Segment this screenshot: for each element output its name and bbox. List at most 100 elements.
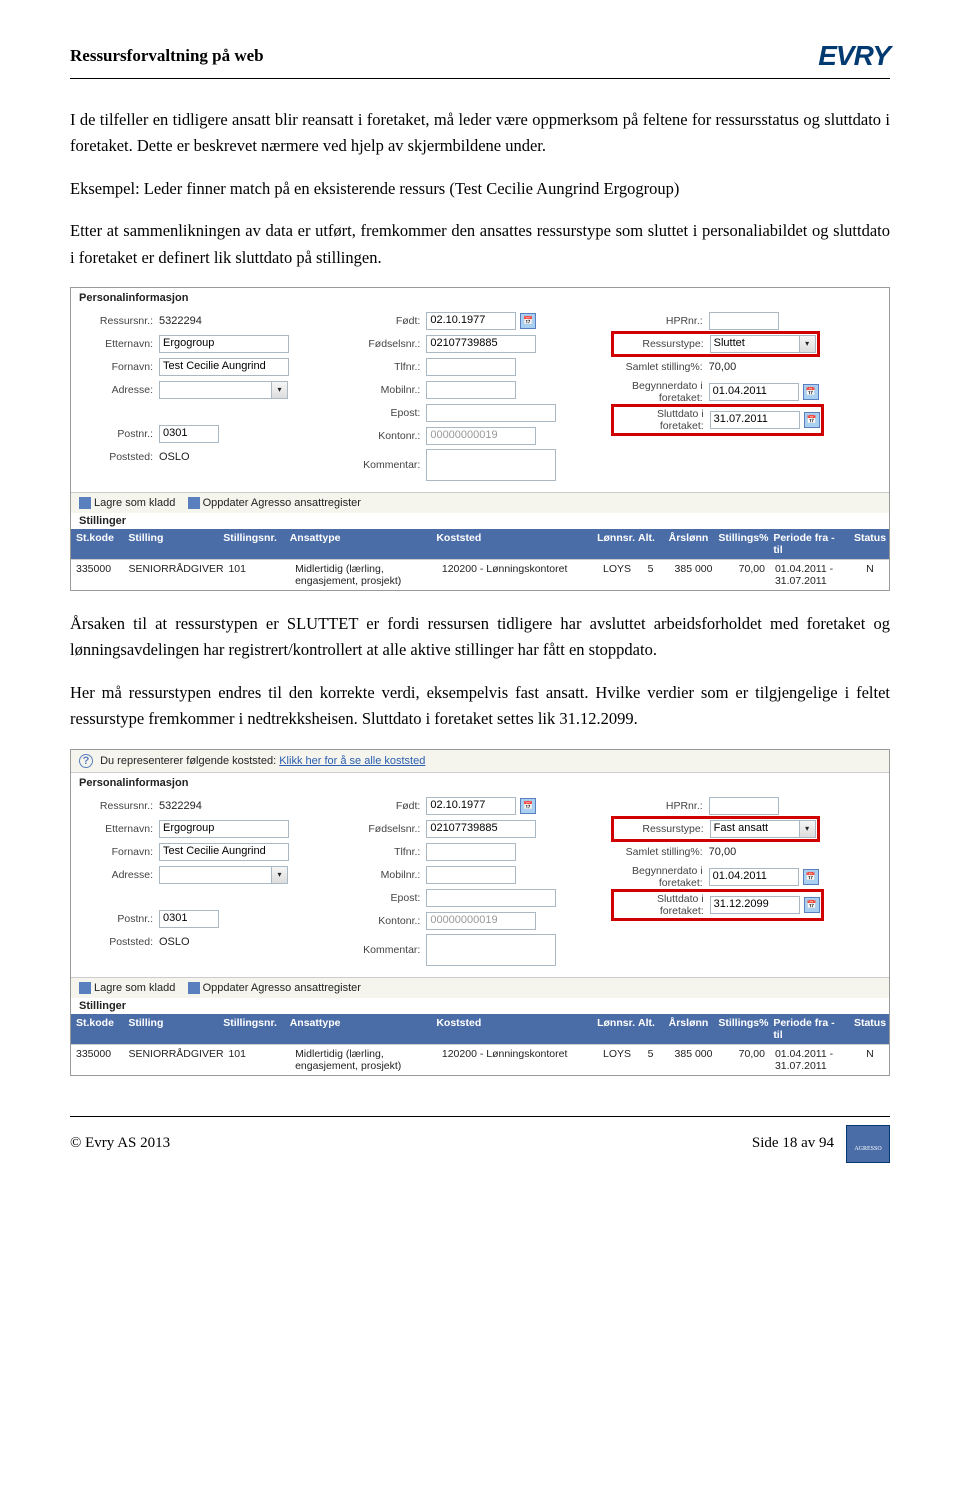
actions-row: Lagre som kladd Oppdater Agresso ansattr… <box>71 977 889 998</box>
calendar-icon[interactable]: 📅 <box>520 313 536 329</box>
td-arslonn: 385 000 <box>665 1045 717 1075</box>
footer-page-number: Side 18 av 94 <box>752 1135 834 1152</box>
input-ressurstype-2[interactable]: Fast ansatt <box>710 820 800 838</box>
lbl-kommentar: Kommentar: <box>346 944 426 956</box>
lbl-fornavn: Fornavn: <box>79 846 159 858</box>
input-postnr[interactable]: 0301 <box>159 910 219 928</box>
input-fornavn[interactable]: Test Cecilie Aungrind <box>159 843 289 861</box>
lbl-begynnerdato: Begynnerdato i foretaket: <box>614 865 709 889</box>
adresse-dropdown-icon[interactable]: ▾ <box>272 866 288 884</box>
calendar-icon[interactable]: 📅 <box>803 384 819 400</box>
input-kommentar[interactable] <box>426 449 556 481</box>
table-row[interactable]: 335000 SENIORRÅDGIVER 101 Midlertidig (l… <box>71 559 889 590</box>
form-panel-2: ? Du representerer følgende koststed: Kl… <box>70 749 890 1076</box>
input-fodt[interactable]: 02.10.1977 <box>426 797 516 815</box>
input-postnr[interactable]: 0301 <box>159 425 219 443</box>
td-stillingspct: 70,00 <box>717 560 769 590</box>
td-periode: 01.04.2011 - 31.07.2011 <box>770 1045 851 1075</box>
lbl-begynnerdato: Begynnerdato i foretaket: <box>614 380 709 404</box>
input-kontonr[interactable]: 00000000019 <box>426 427 536 445</box>
input-hprnr[interactable] <box>709 312 779 330</box>
lbl-fodselsnr: Fødselsnr.: <box>346 823 426 835</box>
input-ressurstype[interactable]: Sluttet <box>710 335 800 353</box>
td-stillingspct: 70,00 <box>717 1045 769 1075</box>
calendar-icon[interactable]: 📅 <box>803 869 819 885</box>
th-stillingspct: Stillings% <box>713 529 768 559</box>
form-col-2: Født:02.10.1977📅 Fødselsnr.:02107739885 … <box>346 308 613 484</box>
input-etternavn[interactable]: Ergogroup <box>159 335 289 353</box>
input-sluttdato[interactable]: 31.07.2011 <box>710 411 800 429</box>
input-tlfnr[interactable] <box>426 843 516 861</box>
input-epost[interactable] <box>426 404 556 422</box>
page-header: Ressursforvaltning på web EVRY <box>70 40 890 79</box>
th-koststed: Koststed <box>431 529 592 559</box>
lbl-adresse: Adresse: <box>79 384 159 396</box>
lbl-fornavn: Fornavn: <box>79 361 159 373</box>
table-header: St.kode Stilling Stillingsnr. Ansattype … <box>71 1014 889 1044</box>
form-col-3: HPRnr.: Ressurstype:Sluttet▾ Samlet stil… <box>614 308 881 484</box>
calendar-icon[interactable]: 📅 <box>804 897 820 913</box>
ressurstype-dropdown-icon[interactable]: ▾ <box>800 335 816 353</box>
calendar-icon[interactable]: 📅 <box>804 412 820 428</box>
paragraph-1: I de tilfeller en tidligere ansatt blir … <box>70 107 890 160</box>
input-fodselsnr[interactable]: 02107739885 <box>426 820 536 838</box>
ressurstype-dropdown-icon[interactable]: ▾ <box>800 820 816 838</box>
oppdater-button[interactable]: Oppdater Agresso ansattregister <box>203 982 361 994</box>
lagre-button[interactable]: Lagre som kladd <box>94 497 175 509</box>
agresso-logo: AGRESSO <box>846 1125 890 1163</box>
input-kommentar[interactable] <box>426 934 556 966</box>
input-adresse[interactable] <box>159 866 272 884</box>
table-row[interactable]: 335000 SENIORRÅDGIVER 101 Midlertidig (l… <box>71 1044 889 1075</box>
input-fodt[interactable]: 02.10.1977 <box>426 312 516 330</box>
val-poststed: OSLO <box>159 936 346 948</box>
section-title-personal: Personalinformasjon <box>71 288 889 304</box>
td-ansattype: Midlertidig (lærling, engasjement, prosj… <box>290 560 437 590</box>
info-bar-text: Du representerer følgende koststed: <box>100 755 276 767</box>
td-ansattype: Midlertidig (lærling, engasjement, prosj… <box>290 1045 437 1075</box>
lbl-mobilnr: Mobilnr.: <box>346 384 426 396</box>
lbl-sluttdato: Sluttdato i foretaket: <box>615 893 710 917</box>
th-arslonn: Årslønn <box>661 1014 713 1044</box>
td-lonnsr: LOYS <box>598 560 636 590</box>
input-fornavn[interactable]: Test Cecilie Aungrind <box>159 358 289 376</box>
lbl-epost: Epost: <box>346 892 426 904</box>
stillinger-title: Stillinger <box>71 998 889 1014</box>
input-tlfnr[interactable] <box>426 358 516 376</box>
input-kontonr[interactable]: 00000000019 <box>426 912 536 930</box>
td-lonnsr: LOYS <box>598 1045 636 1075</box>
lagre-button[interactable]: Lagre som kladd <box>94 982 175 994</box>
table-header: St.kode Stilling Stillingsnr. Ansattype … <box>71 529 889 559</box>
lbl-ressurstype: Ressurstype: <box>615 338 710 350</box>
input-fodselsnr[interactable]: 02107739885 <box>426 335 536 353</box>
lbl-poststed: Poststed: <box>79 936 159 948</box>
th-alt: Alt. <box>632 1014 661 1044</box>
th-stilling: Stilling <box>123 529 218 559</box>
lbl-poststed: Poststed: <box>79 451 159 463</box>
val-ressursnr: 5322294 <box>159 315 346 327</box>
input-adresse[interactable] <box>159 381 272 399</box>
input-hprnr[interactable] <box>709 797 779 815</box>
lbl-adresse: Adresse: <box>79 869 159 881</box>
lbl-kontonr: Kontonr.: <box>346 915 426 927</box>
section-title-personal-2: Personalinformasjon <box>71 773 889 789</box>
input-begynnerdato[interactable]: 01.04.2011 <box>709 868 799 886</box>
input-mobilnr[interactable] <box>426 866 516 884</box>
td-alt: 5 <box>636 1045 665 1075</box>
th-stillingsnr: Stillingsnr. <box>218 1014 285 1044</box>
td-periode: 01.04.2011 - 31.07.2011 <box>770 560 851 590</box>
input-mobilnr[interactable] <box>426 381 516 399</box>
footer-copyright: © Evry AS 2013 <box>70 1135 170 1152</box>
input-epost[interactable] <box>426 889 556 907</box>
form-panel-1: Personalinformasjon Ressursnr.:5322294 E… <box>70 287 890 591</box>
adresse-dropdown-icon[interactable]: ▾ <box>272 381 288 399</box>
input-begynnerdato[interactable]: 01.04.2011 <box>709 383 799 401</box>
oppdater-button[interactable]: Oppdater Agresso ansattregister <box>203 497 361 509</box>
info-bar-link[interactable]: Klikk her for å se alle koststed <box>279 755 425 767</box>
th-periode: Periode fra - til <box>768 529 849 559</box>
help-icon[interactable]: ? <box>79 754 93 768</box>
page-footer: © Evry AS 2013 Side 18 av 94 AGRESSO <box>70 1116 890 1163</box>
calendar-icon[interactable]: 📅 <box>520 798 536 814</box>
lbl-epost: Epost: <box>346 407 426 419</box>
input-etternavn[interactable]: Ergogroup <box>159 820 289 838</box>
input-sluttdato-2[interactable]: 31.12.2099 <box>710 896 800 914</box>
